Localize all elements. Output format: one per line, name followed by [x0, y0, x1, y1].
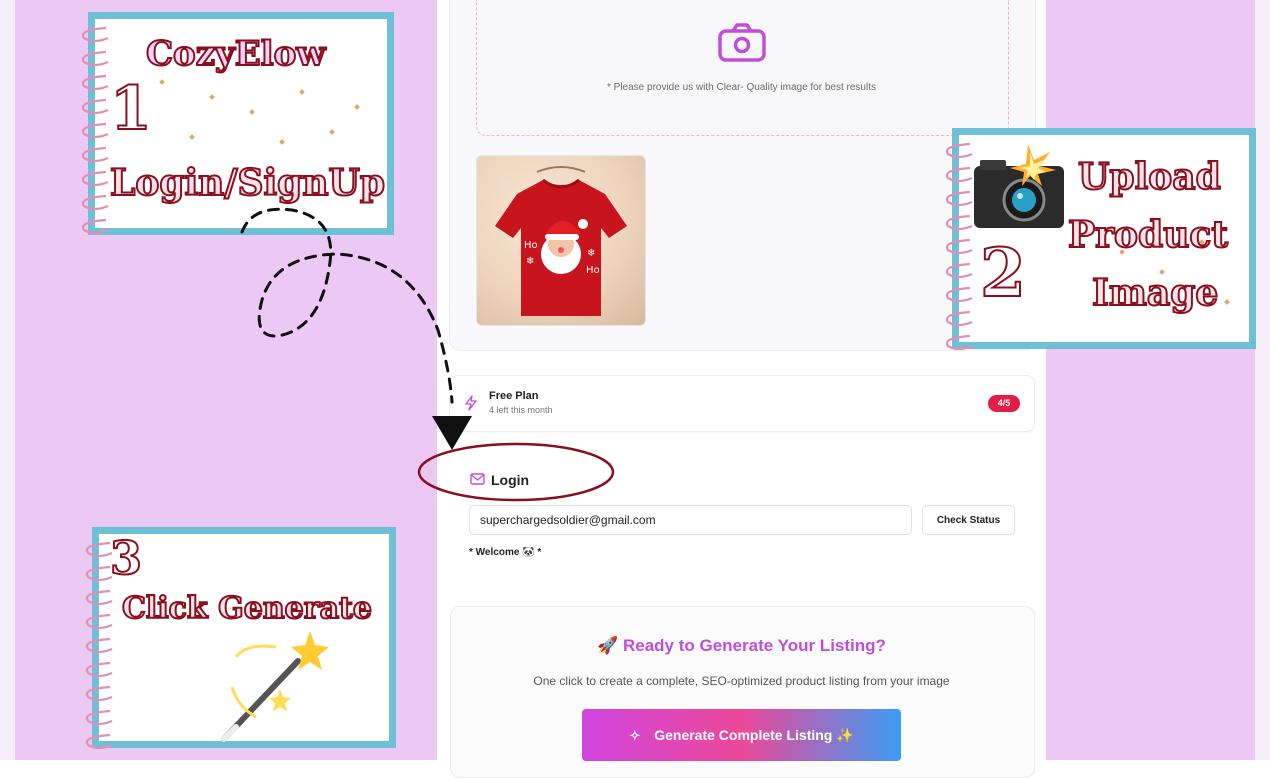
annotation-arrows [240, 207, 615, 502]
arrowhead-icon [432, 416, 472, 450]
dashed-arrow-path [240, 207, 454, 404]
login-highlight-circle [417, 442, 615, 502]
